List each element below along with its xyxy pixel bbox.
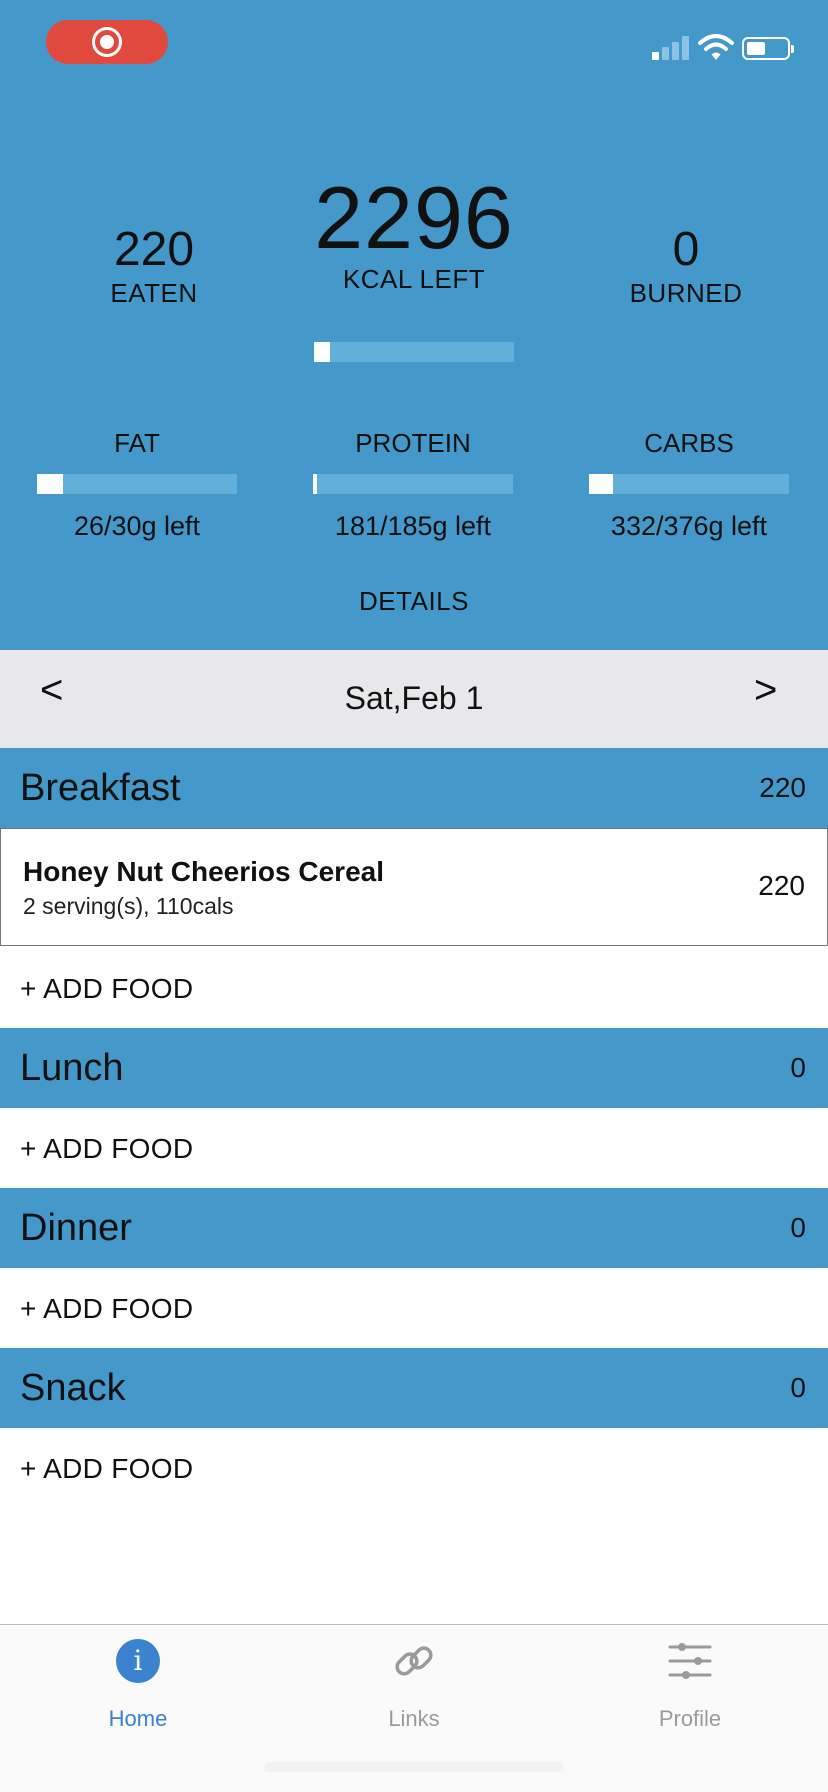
- meal-title: Breakfast: [20, 767, 181, 809]
- carbs-remaining: 332/376g left: [610, 511, 768, 541]
- sliders-icon: [668, 1643, 712, 1679]
- kcal-left-value: 2296: [314, 168, 514, 267]
- fat-progress-fill: [37, 474, 63, 494]
- info-circle-icon: i: [116, 1639, 160, 1683]
- tab-home-label: Home: [108, 1706, 168, 1731]
- meal-title: Snack: [20, 1367, 126, 1409]
- meal-header-breakfast: Breakfast 220: [0, 748, 828, 828]
- battery-icon: [742, 37, 794, 60]
- meal-header-lunch: Lunch 0: [0, 1028, 828, 1108]
- kcal-left-stat: 2296 KCAL LEFT: [264, 168, 564, 295]
- food-serving-detail: 2 serving(s), 110cals: [23, 893, 234, 919]
- protein-label: PROTEIN: [355, 428, 471, 458]
- meal-header-dinner: Dinner 0: [0, 1188, 828, 1268]
- previous-day-button[interactable]: <: [40, 668, 63, 713]
- meal-calories: 0: [790, 1372, 806, 1403]
- tab-links[interactable]: Links: [276, 1625, 552, 1745]
- protein-remaining: 181/185g left: [334, 511, 492, 541]
- add-food-label: + ADD FOOD: [20, 1453, 194, 1484]
- fat-remaining: 26/30g left: [73, 511, 201, 541]
- calorie-summary-panel: 220 EATEN 2296 KCAL LEFT 0 BURNED FAT 26…: [0, 0, 828, 650]
- current-date: Sat,Feb 1: [344, 680, 484, 716]
- wifi-icon: [698, 34, 734, 60]
- kcal-progress-bar: [314, 342, 514, 362]
- eaten-stat: 220 EATEN: [74, 222, 234, 308]
- meal-title: Dinner: [20, 1207, 132, 1249]
- home-indicator: [264, 1762, 564, 1772]
- date-navigator: < Sat,Feb 1 >: [0, 650, 828, 748]
- screen-recording-indicator[interactable]: [46, 20, 168, 64]
- carbs-label: CARBS: [644, 428, 734, 458]
- carbs-progress-bar: [589, 474, 789, 494]
- add-food-breakfast-button[interactable]: + ADD FOOD: [0, 948, 828, 1028]
- tab-profile[interactable]: Profile: [552, 1625, 828, 1745]
- burned-label: BURNED: [629, 278, 743, 308]
- kcal-progress-fill: [314, 342, 330, 362]
- tab-links-label: Links: [388, 1706, 440, 1731]
- screen-record-icon: [92, 27, 122, 57]
- burned-value: 0: [672, 223, 700, 276]
- add-food-dinner-button[interactable]: + ADD FOOD: [0, 1268, 828, 1348]
- meal-calories: 0: [790, 1212, 806, 1243]
- carbs-progress-fill: [589, 474, 613, 494]
- tab-home[interactable]: i Home: [0, 1625, 276, 1745]
- fat-progress-bar: [37, 474, 237, 494]
- protein-progress-bar: [313, 474, 513, 494]
- meal-header-snack: Snack 0: [0, 1348, 828, 1428]
- add-food-label: + ADD FOOD: [20, 1133, 194, 1164]
- add-food-label: + ADD FOOD: [20, 1293, 194, 1324]
- add-food-snack-button[interactable]: + ADD FOOD: [0, 1428, 828, 1508]
- eaten-value: 220: [113, 223, 195, 276]
- meal-calories: 0: [790, 1052, 806, 1083]
- eaten-label: EATEN: [110, 278, 198, 308]
- app-screen: { "colors": { "header_blue": "#4598ca", …: [0, 0, 828, 1792]
- next-day-button[interactable]: >: [754, 668, 777, 713]
- meal-title: Lunch: [20, 1047, 124, 1089]
- food-name: Honey Nut Cheerios Cereal: [23, 856, 384, 887]
- tab-profile-label: Profile: [658, 1706, 722, 1731]
- food-entry-row[interactable]: Honey Nut Cheerios Cereal 2 serving(s), …: [0, 828, 828, 946]
- meal-calories: 220: [759, 772, 806, 803]
- kcal-left-label: KCAL LEFT: [342, 264, 486, 294]
- add-food-lunch-button[interactable]: + ADD FOOD: [0, 1108, 828, 1188]
- food-calories: 220: [758, 870, 805, 901]
- protein-progress-fill: [313, 474, 317, 494]
- burned-stat: 0 BURNED: [606, 222, 766, 308]
- fat-label: FAT: [114, 428, 160, 458]
- add-food-label: + ADD FOOD: [20, 973, 194, 1004]
- details-button[interactable]: DETAILS: [314, 585, 514, 617]
- cellular-signal-icon: [652, 36, 690, 60]
- link-icon: [395, 1646, 433, 1676]
